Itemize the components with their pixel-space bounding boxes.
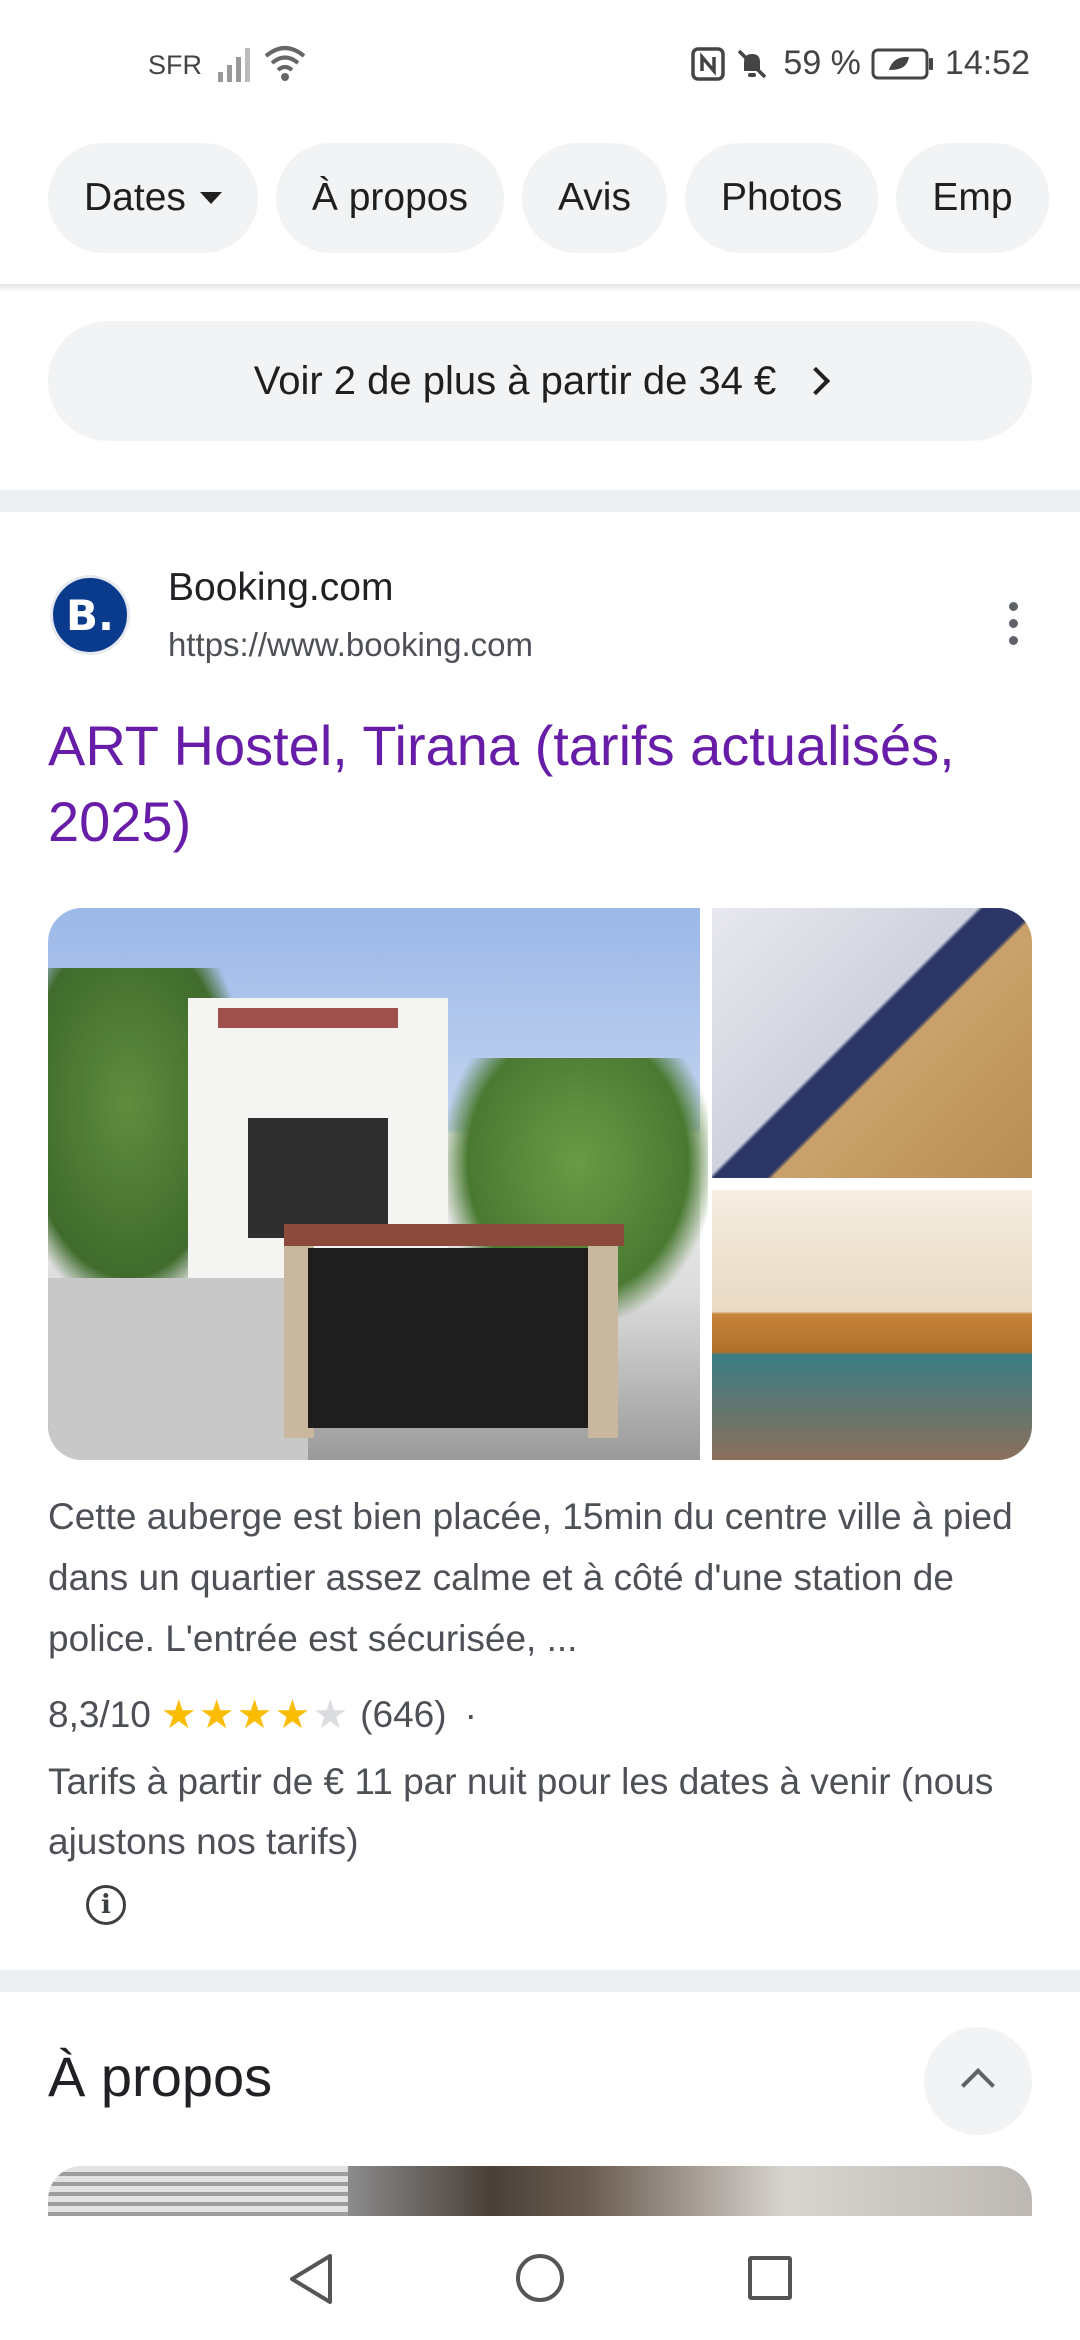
home-icon[interactable]	[516, 2254, 564, 2302]
separator-dot: ·	[464, 1694, 477, 1735]
result-title-link[interactable]: ART Hostel, Tirana (tarifs actualisés, 2…	[48, 708, 1048, 860]
filter-chips: Dates À propos Avis Photos Emp	[48, 143, 1080, 253]
carrier-label: SFR	[148, 50, 202, 80]
about-heading: À propos	[48, 2045, 273, 2108]
kitchen-photo[interactable]	[712, 1190, 1032, 1460]
back-icon[interactable]	[286, 2252, 336, 2306]
navigation-bar	[0, 2216, 1080, 2340]
rating-row: 8,3/10 ★ ★ ★ ★ ★ (646) ·	[48, 1692, 477, 1738]
see-more-offers-label: Voir 2 de plus à partir de 34 €	[253, 358, 777, 403]
source-url[interactable]: https://www.booking.com	[168, 626, 533, 664]
nfc-icon	[691, 46, 726, 81]
signal-icon	[218, 48, 250, 82]
chip-a-propos[interactable]: À propos	[275, 143, 504, 253]
recent-apps-icon[interactable]	[748, 2256, 792, 2300]
section-divider	[0, 490, 1080, 512]
chip-emplacement[interactable]: Emp	[896, 143, 1049, 253]
section-divider	[0, 1970, 1080, 1992]
battery-icon	[871, 48, 933, 79]
price-info: Tarifs à partir de € 11 par nuit pour le…	[48, 1761, 994, 1862]
chip-dates-label: Dates	[84, 176, 186, 219]
chevron-up-icon	[961, 2068, 995, 2102]
star-icon: ★	[236, 1692, 273, 1738]
star-icon: ★	[198, 1692, 235, 1738]
review-count: (646)	[360, 1694, 447, 1735]
chip-avis[interactable]: Avis	[522, 143, 667, 253]
mute-icon	[738, 49, 767, 78]
status-right: 59 % 14:52	[691, 44, 1030, 83]
more-options-icon[interactable]	[1006, 602, 1020, 653]
star-icon: ★	[274, 1692, 311, 1738]
battery-percent: 59 %	[783, 44, 861, 82]
chip-emplacement-label: Emp	[932, 176, 1013, 219]
chip-photos-label: Photos	[720, 176, 843, 219]
source-name[interactable]: Booking.com	[168, 566, 393, 610]
photo-gallery[interactable]	[48, 908, 1032, 1460]
caret-down-icon	[199, 192, 222, 204]
see-more-offers-button[interactable]: Voir 2 de plus à partir de 34 €	[48, 321, 1032, 441]
wifi-icon	[264, 46, 306, 81]
result-snippet: Cette auberge est bien placée, 15min du …	[48, 1496, 1013, 1659]
booking-logo[interactable]: B.	[50, 575, 130, 655]
clock: 14:52	[944, 44, 1030, 82]
hostel-exterior-photo[interactable]	[48, 908, 708, 1460]
chip-a-propos-label: À propos	[311, 176, 468, 219]
chip-photos[interactable]: Photos	[684, 143, 879, 253]
collapse-button[interactable]	[924, 2027, 1032, 2135]
star-icon: ★	[160, 1692, 197, 1738]
rating-score: 8,3/10	[48, 1694, 151, 1735]
rating-stars: ★ ★ ★ ★ ★	[161, 1692, 350, 1738]
chevron-right-icon	[802, 366, 831, 396]
status-bar: SFR 59 % 14:52	[0, 0, 1080, 135]
info-icon[interactable]: i	[86, 1885, 126, 1925]
chip-dates[interactable]: Dates	[48, 143, 258, 253]
header-shadow	[0, 284, 1080, 292]
dorm-room-photo[interactable]	[712, 908, 1032, 1178]
star-empty-icon: ★	[312, 1692, 349, 1738]
chip-avis-label: Avis	[558, 176, 631, 219]
